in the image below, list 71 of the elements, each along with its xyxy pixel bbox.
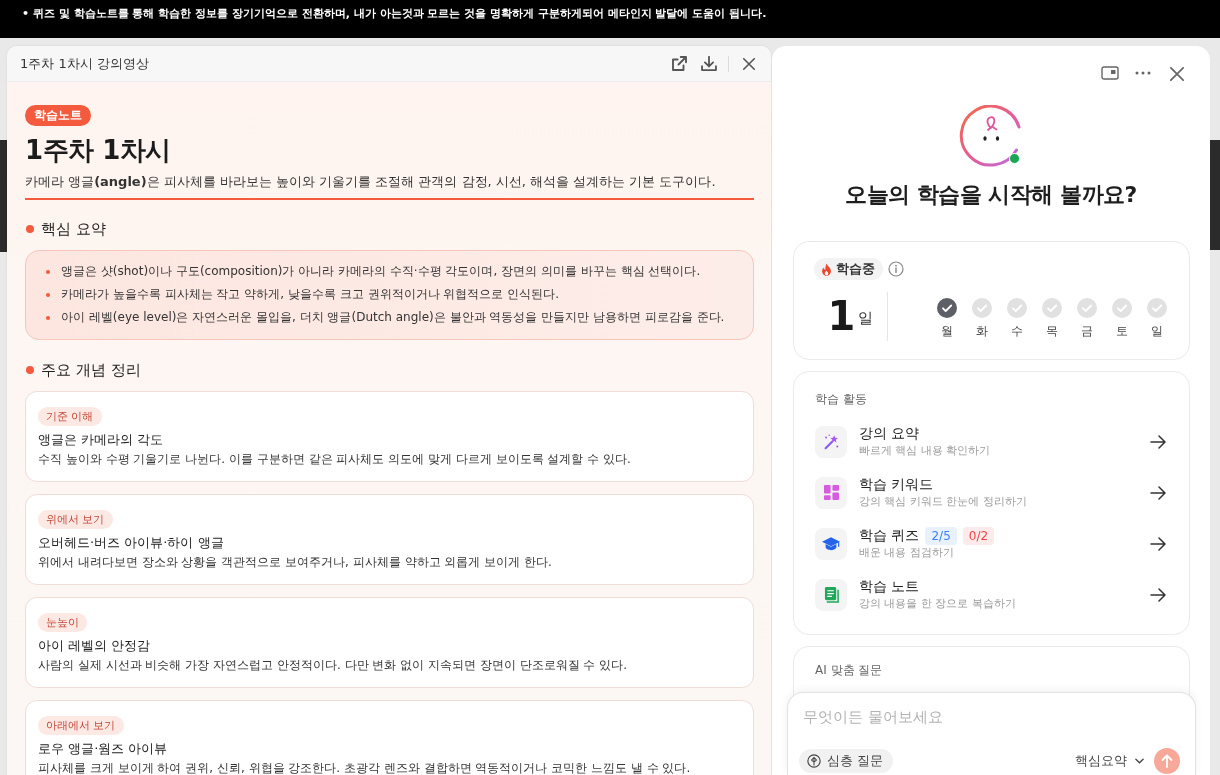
concept-tag: 기준 이해 (38, 407, 102, 426)
concept-title: 로우 앵글·웜즈 아이뷰 (38, 740, 169, 758)
greeting-title: 오늘의 학습을 시작해 볼까요? (844, 181, 1138, 209)
summary-point: 아이 레벨(eye level)은 자연스러운 몰입을, 더치 앵글(Dutch angle)은 불안과 역동성을 만들지만 남용하면 피로감을 준다. (61, 309, 725, 326)
status-dot-icon (1009, 153, 1020, 164)
summary-point: 카메라가 높을수록 피사체는 작고 약하게, 낮을수록 크고 권위적이거나 위협적으로 인식된다. (61, 286, 559, 303)
activity-item[interactable]: 학습 퀴즈 2/5 0/2 배운 내용 점검하기 (815, 518, 1166, 569)
panel-title: 1주차 1차시 강의영상 (20, 54, 149, 73)
day-label: 토 (1115, 323, 1128, 339)
message-input[interactable]: 무엇이든 물어보세요 (799, 705, 1180, 729)
close-icon[interactable] (743, 57, 755, 70)
flame-icon (821, 262, 832, 276)
concept-tag: 아래에서 보기 (38, 716, 124, 735)
arrow-right-icon (1150, 587, 1166, 602)
streak-unit: 일 (858, 307, 874, 329)
note-badge: 학습노트 (25, 105, 91, 126)
day-label: 일 (1150, 323, 1163, 339)
download-icon[interactable] (701, 56, 717, 71)
summary-dropdown[interactable]: 핵심요약 (1075, 751, 1144, 771)
lesson-intro: 카메라 앵글(angle)은 피사체를 바라보는 높이와 기울기를 조절해 관객의 감정, 시선, 해석을 설계하는 기본 도구이다. (25, 175, 754, 200)
concept-tag: 위에서 보기 (38, 510, 113, 529)
bullet-icon (46, 315, 50, 320)
concept-text: 위에서 내려다보면 장소와 상황을 객관적으로 보여주거나, 피사체를 약하고 외롭게 보이게 한다. (38, 554, 553, 571)
day-label: 수 (1010, 323, 1023, 339)
concept-title: 앵글은 카메라의 각도 (38, 431, 165, 449)
day-label: 월 (940, 323, 953, 339)
arrow-circle-icon (807, 754, 821, 768)
bullet-icon (26, 225, 34, 233)
concept-tag: 눈높이 (38, 613, 87, 632)
concept-title: 오버헤드·버즈 아이뷰·하이 앵글 (38, 534, 225, 552)
chat-composer[interactable]: 무엇이든 물어보세요 심층 질문 핵심요약 (787, 692, 1196, 775)
concept-text: 사람의 실제 시선과 비슷해 가장 자연스럽고 안정적이다. 다만 변화 없이 지속되면 장면이 단조로워질 수 있다. (38, 657, 629, 674)
day-label: 화 (975, 323, 988, 339)
activity-item[interactable]: 강의 요약 빠르게 핵심 내용 확인하기 (815, 416, 1166, 467)
lesson-title: 1주차 1차시 (25, 135, 172, 165)
concept-text: 수직 높이와 수평 기울기로 나뉜다. 이를 구분하면 같은 피사체도 의도에 맞게 다르게 보이도록 설계할 수 있다. (38, 451, 632, 468)
magic-wand-icon (815, 425, 847, 458)
arrow-right-icon (1150, 485, 1166, 500)
activity-item[interactable]: 학습 노트 강의 내용을 한 장으로 복습하기 (815, 569, 1166, 620)
section-title: 핵심 요약 (41, 219, 106, 239)
activity-item[interactable]: 학습 키워드 강의 핵심 키워드 한눈에 정리하기 (815, 467, 1166, 518)
bullet-icon (26, 366, 34, 374)
count-badge: 0/2 (962, 526, 995, 545)
card-heading: 학습 활동 (815, 391, 868, 407)
notice-text: • 퀴즈 및 학습노트를 통해 학습한 정보를 장기기억으로 전환하며, 내가 아는것과 모르는 것을 명확하게 구분하게되어 메타인지 발달에 도움이 됩니다. (22, 7, 768, 21)
book-icon (815, 578, 847, 611)
close-icon[interactable] (1170, 67, 1184, 81)
graduation-cap-icon (815, 527, 847, 560)
mode-chip[interactable]: 심층 질문 (799, 749, 894, 773)
face-logo-icon (959, 105, 1023, 169)
status-pill: 학습중 (814, 258, 883, 280)
picture-in-picture-icon[interactable] (1101, 66, 1119, 80)
more-icon[interactable] (1135, 71, 1151, 75)
concept-title: 아이 레벨의 안정감 (38, 637, 152, 655)
summary-point: 앵글은 샷(shot)이나 구도(composition)가 아니라 카메라의 수직·수평 각도이며, 장면의 의미를 바꾸는 핵심 선택이다. (61, 263, 701, 280)
day-label: 목 (1045, 323, 1058, 339)
bullet-icon (46, 269, 50, 274)
concept-text: 피사체를 크게 보이게 하여 권위, 신뢰, 위협을 강조한다. 초광각 렌즈와 결합하면 역동적이거나 코믹한 느낌도 낼 수 있다. (38, 760, 692, 775)
section-title: 주요 개념 정리 (41, 360, 141, 380)
streak-count: 1 (827, 294, 856, 338)
card-heading: AI 맞춤 질문 (815, 662, 884, 678)
arrow-up-icon (1161, 754, 1173, 768)
grid-icon (815, 476, 847, 509)
arrow-right-icon (1150, 536, 1166, 551)
chevron-down-icon (1135, 758, 1144, 764)
bullet-icon (46, 292, 50, 297)
day-label: 금 (1080, 323, 1093, 339)
arrow-right-icon (1150, 434, 1166, 449)
count-badge: 2/5 (925, 526, 957, 545)
info-icon[interactable] (888, 261, 904, 277)
external-link-icon[interactable] (672, 56, 687, 71)
